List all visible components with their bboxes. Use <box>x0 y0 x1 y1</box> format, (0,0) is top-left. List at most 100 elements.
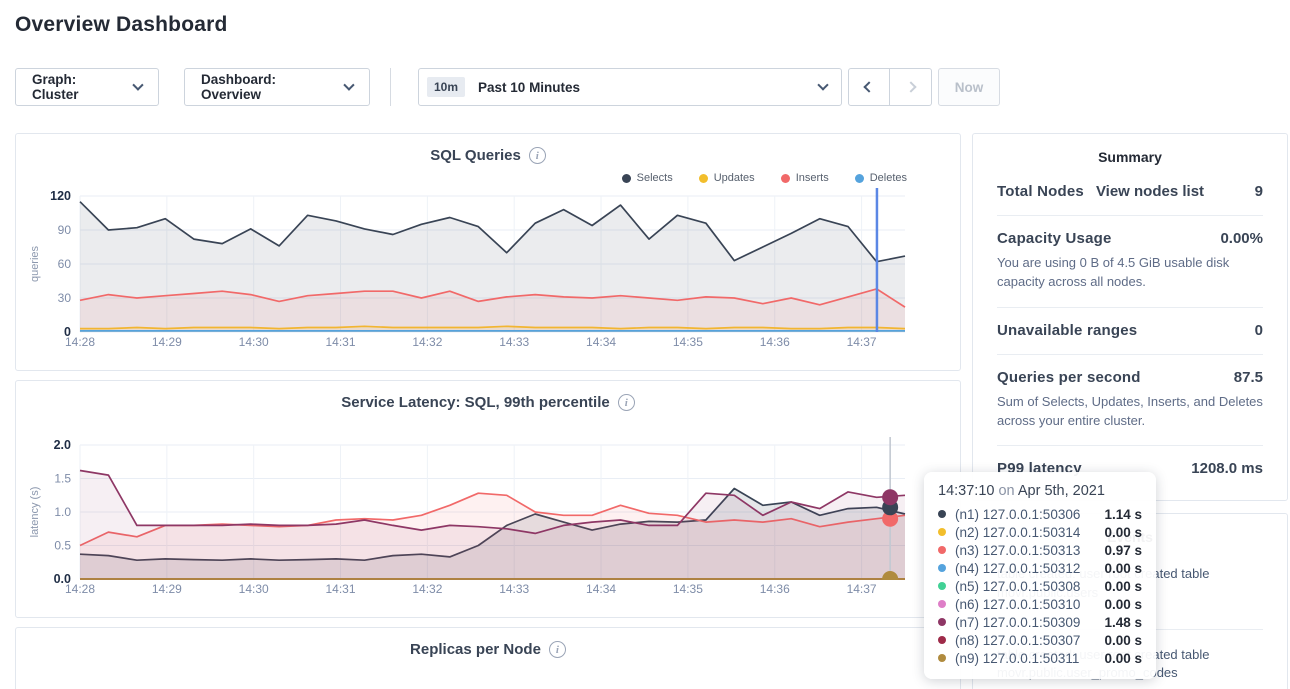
summary-panel: Summary Total Nodes View nodes list 9 Ca… <box>972 133 1288 501</box>
tooltip-node-value: 0.00 s <box>1104 579 1142 594</box>
tooltip-node-value: 0.00 s <box>1104 525 1142 540</box>
sql-queries-card: SQL Queries i Selects Updates Inserts Delet… <box>15 133 961 371</box>
legend-item[interactable]: Inserts <box>781 170 829 186</box>
svg-text:14:33: 14:33 <box>499 582 529 596</box>
legend-dot-icon <box>855 174 864 183</box>
svg-text:1.5: 1.5 <box>54 472 71 486</box>
info-icon[interactable]: i <box>549 641 566 658</box>
legend-label: Deletes <box>870 172 907 184</box>
legend-label: Updates <box>714 172 755 184</box>
svg-text:14:29: 14:29 <box>152 335 182 349</box>
info-icon[interactable]: i <box>529 147 546 164</box>
tooltip-row: (n3) 127.0.0.1:503130.97 s <box>938 541 1142 559</box>
svg-text:14:36: 14:36 <box>760 335 790 349</box>
sql-queries-chart[interactable]: 030609012014:2814:2914:3014:3114:3214:33… <box>16 186 960 356</box>
time-range-label: Past 10 Minutes <box>478 80 580 95</box>
service-latency-card: Service Latency: SQL, 99th percentile i … <box>15 380 961 618</box>
qps-label: Queries per second <box>997 369 1141 386</box>
tooltip-row: (n8) 127.0.0.1:50307 0.00 s <box>938 631 1142 649</box>
chevron-right-icon <box>905 81 916 92</box>
series-dot-icon <box>938 510 946 518</box>
svg-text:14:32: 14:32 <box>412 335 442 349</box>
series-dot-icon <box>938 564 946 572</box>
time-range-dropdown[interactable]: 10m Past 10 Minutes <box>418 68 842 106</box>
prev-time-button[interactable] <box>848 68 890 106</box>
legend-label: Selects <box>637 172 673 184</box>
time-step-buttons <box>848 68 932 106</box>
series-dot-icon <box>938 636 946 644</box>
legend-dot-icon <box>699 174 708 183</box>
svg-text:14:30: 14:30 <box>239 335 269 349</box>
capacity-usage-description: You are using 0 B of 4.5 GiB usable disk… <box>997 254 1263 292</box>
total-nodes-label: Total Nodes <box>997 183 1084 200</box>
svg-text:14:34: 14:34 <box>586 582 616 596</box>
chart-title: Service Latency: SQL, 99th percentile i <box>16 394 960 411</box>
page-title: Overview Dashboard <box>15 13 228 37</box>
legend-dot-icon <box>622 174 631 183</box>
tooltip-node-label: (n6) 127.0.0.1:50310 <box>955 597 1080 612</box>
tooltip-node-value: 0.00 s <box>1104 633 1142 648</box>
series-dot-icon <box>938 582 946 590</box>
svg-text:14:28: 14:28 <box>65 335 95 349</box>
tooltip-node-value: 1.48 s <box>1104 615 1142 630</box>
p99-latency-value: 1208.0 ms <box>1191 460 1263 477</box>
tooltip-row: (n7) 127.0.0.1:503091.48 s <box>938 613 1142 631</box>
qps-description: Sum of Selects, Updates, Inserts, and De… <box>997 393 1263 431</box>
svg-text:14:35: 14:35 <box>673 335 703 349</box>
now-button[interactable]: Now <box>938 68 1000 106</box>
charts-column: SQL Queries i Selects Updates Inserts Delet… <box>15 133 961 689</box>
legend-label: Inserts <box>796 172 829 184</box>
series-dot-icon <box>938 600 946 608</box>
summary-title: Summary <box>997 149 1263 165</box>
legend-item[interactable]: Selects <box>622 170 673 186</box>
tooltip-node-label: (n2) 127.0.0.1:50314 <box>955 525 1080 540</box>
tooltip-node-value: 0.97 s <box>1104 543 1142 558</box>
svg-text:14:31: 14:31 <box>326 582 356 596</box>
summary-row-unavailable-ranges: Unavailable ranges 0 <box>997 308 1263 355</box>
time-range-badge: 10m <box>427 77 465 97</box>
tooltip-node-label: (n8) 127.0.0.1:50307 <box>955 633 1080 648</box>
tooltip-node-value: 1.14 s <box>1104 507 1142 522</box>
graph-dropdown[interactable]: Graph: Cluster <box>15 68 159 106</box>
svg-text:14:34: 14:34 <box>586 335 616 349</box>
tooltip-row: (n2) 127.0.0.1:50314 0.00 s <box>938 523 1142 541</box>
capacity-usage-label: Capacity Usage <box>997 230 1112 247</box>
svg-text:14:37: 14:37 <box>847 335 877 349</box>
svg-text:14:31: 14:31 <box>326 335 356 349</box>
overview-dashboard-page: Overview Dashboard Graph: Cluster Dashbo… <box>0 0 1290 689</box>
legend-item[interactable]: Updates <box>699 170 755 186</box>
svg-text:90: 90 <box>58 223 72 237</box>
series-dot-icon <box>938 546 946 554</box>
legend-item[interactable]: Deletes <box>855 170 907 186</box>
summary-row-total-nodes: Total Nodes View nodes list 9 <box>997 169 1263 216</box>
svg-text:0.5: 0.5 <box>54 539 71 553</box>
toolbar: Graph: Cluster Dashboard: Overview 10m P… <box>15 68 1000 106</box>
chevron-left-icon <box>863 81 874 92</box>
legend-dot-icon <box>781 174 790 183</box>
dashboard-dropdown[interactable]: Dashboard: Overview <box>184 68 370 106</box>
svg-text:14:30: 14:30 <box>239 582 269 596</box>
chart-hover-tooltip: 14:37:10 on Apr 5th, 2021 (n1) 127.0.0.1… <box>924 472 1156 679</box>
summary-row-capacity: Capacity Usage 0.00% You are using 0 B o… <box>997 216 1263 308</box>
chart-title: SQL Queries i <box>16 147 960 164</box>
tooltip-node-label: (n9) 127.0.0.1:50311 <box>955 651 1079 666</box>
tooltip-row: (n5) 127.0.0.1:503080.00 s <box>938 577 1142 595</box>
view-nodes-list-link[interactable]: View nodes list <box>1096 183 1204 200</box>
svg-text:latency (s): latency (s) <box>29 487 41 538</box>
svg-text:14:35: 14:35 <box>673 582 703 596</box>
tooltip-date: Apr 5th, 2021 <box>1018 483 1105 499</box>
total-nodes-value: 9 <box>1255 183 1263 200</box>
tooltip-conjunction: on <box>998 483 1014 499</box>
tooltip-node-value: 0.00 s <box>1104 597 1142 612</box>
dashboard-dropdown-label: Dashboard: Overview <box>201 72 334 102</box>
service-latency-chart[interactable]: 0.00.51.01.52.014:2814:2914:3014:3114:32… <box>16 419 960 603</box>
info-icon[interactable]: i <box>618 394 635 411</box>
tooltip-node-value: 0.00 s <box>1104 651 1142 666</box>
next-time-button[interactable] <box>890 68 932 106</box>
series-dot-icon <box>938 528 946 536</box>
tooltip-row: (n9) 127.0.0.1:50311 0.00 s <box>938 649 1142 667</box>
chevron-down-icon <box>344 79 355 90</box>
tooltip-row: (n1) 127.0.0.1:503061.14 s <box>938 505 1142 523</box>
svg-text:120: 120 <box>50 189 71 203</box>
chevron-down-icon <box>817 79 828 90</box>
